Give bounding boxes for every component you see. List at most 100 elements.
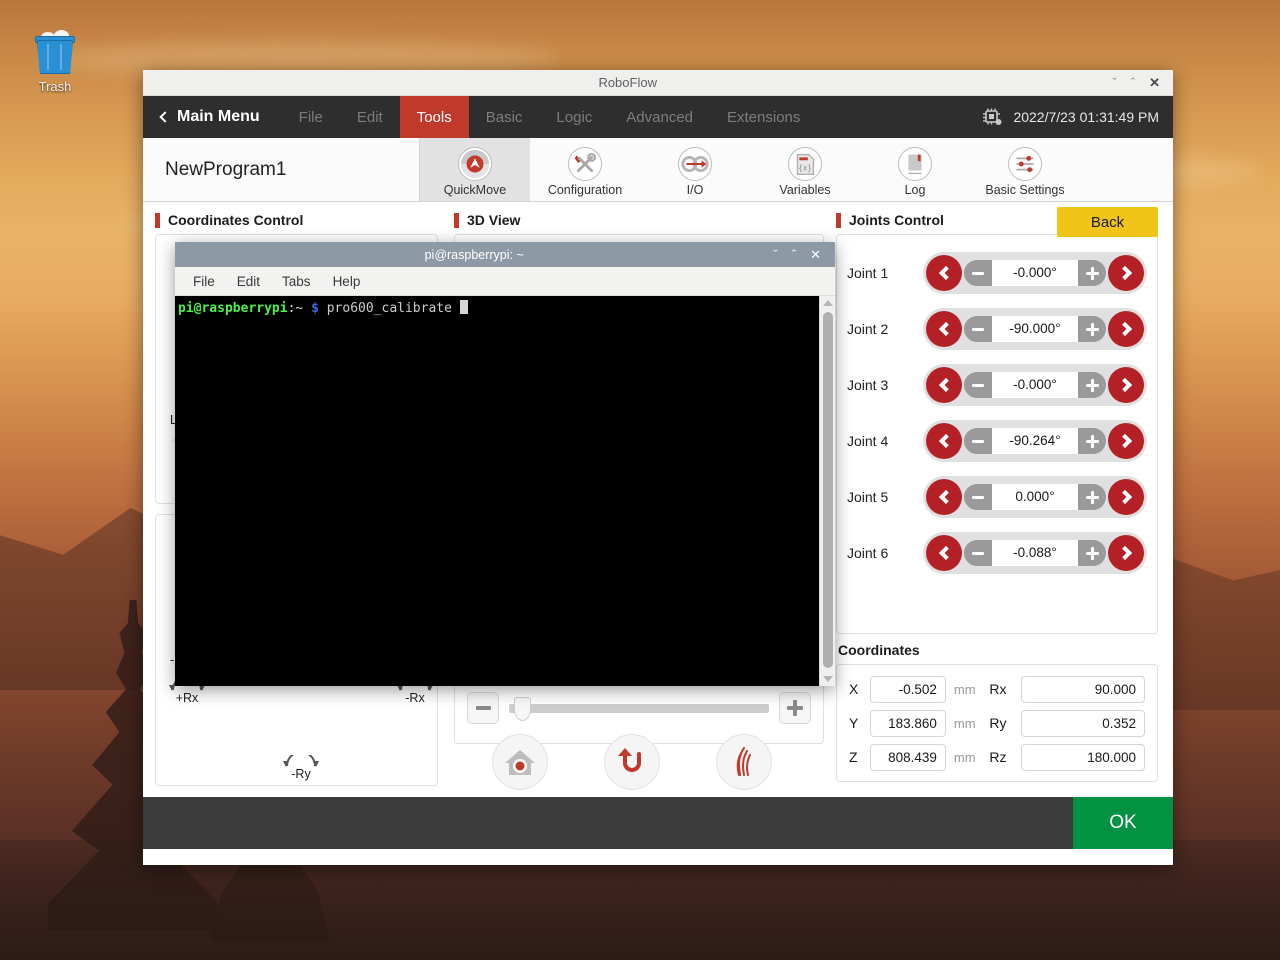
joint-jog-positive-button[interactable] bbox=[1108, 367, 1144, 403]
terminal-scrollbar[interactable] bbox=[819, 296, 835, 686]
joint-increment-button[interactable] bbox=[1078, 540, 1106, 566]
freemove-flame-icon bbox=[716, 734, 772, 790]
tool-configuration[interactable]: Configuration bbox=[530, 138, 640, 201]
minimize-icon[interactable]: ˇ bbox=[1112, 76, 1116, 89]
joint-jog-negative-button[interactable] bbox=[926, 479, 962, 515]
coordinate-key-rx: Rx bbox=[989, 681, 1013, 697]
cpu-chip-icon[interactable] bbox=[981, 107, 1003, 127]
coordinates-control-title: Coordinates Control bbox=[168, 212, 303, 228]
coordinate-key-rz: Rz bbox=[989, 749, 1013, 765]
joint-increment-button[interactable] bbox=[1078, 372, 1106, 398]
joint-increment-button[interactable] bbox=[1078, 260, 1106, 286]
menu-item-advanced[interactable]: Advanced bbox=[609, 96, 710, 138]
coordinate-row: Y 183.860 mm Ry 0.352 bbox=[849, 708, 1145, 738]
joint-value-input[interactable]: -0.088° bbox=[992, 540, 1078, 566]
main-menu-button[interactable]: Main Menu bbox=[143, 96, 282, 138]
coordinate-input-ry[interactable]: 0.352 bbox=[1021, 710, 1145, 737]
joint-label: Joint 5 bbox=[847, 489, 913, 505]
tool-quickmove[interactable]: QuickMove bbox=[420, 138, 530, 201]
close-icon[interactable]: ✕ bbox=[810, 247, 821, 263]
menu-item-file[interactable]: File bbox=[282, 96, 340, 138]
desktop-icon-trash[interactable]: Trash bbox=[20, 28, 90, 94]
joint-jog-positive-button[interactable] bbox=[1108, 535, 1144, 571]
terminal-output[interactable]: pi@raspberrypi:~ $ pro600_calibrate bbox=[175, 296, 819, 686]
joint-label: Joint 4 bbox=[847, 433, 913, 449]
joint-increment-button[interactable] bbox=[1078, 484, 1106, 510]
joint-decrement-button[interactable] bbox=[964, 372, 992, 398]
menu-item-edit[interactable]: Edit bbox=[340, 96, 400, 138]
roboflow-toolbar: NewProgram1 QuickMove bbox=[143, 138, 1173, 202]
terminal-menu-tabs[interactable]: Tabs bbox=[282, 274, 311, 289]
maximize-icon[interactable]: ˆ bbox=[792, 247, 796, 262]
joint-increment-button[interactable] bbox=[1078, 316, 1106, 342]
joint-jog-negative-button[interactable] bbox=[926, 535, 962, 571]
coordinate-unit-z: mm bbox=[954, 750, 982, 765]
joint-jog-positive-button[interactable] bbox=[1108, 423, 1144, 459]
ok-button[interactable]: OK bbox=[1073, 797, 1173, 849]
joint-value-input[interactable]: -90.264° bbox=[992, 428, 1078, 454]
coordinate-input-x[interactable]: -0.502 bbox=[870, 676, 946, 703]
joint-decrement-button[interactable] bbox=[964, 484, 992, 510]
joint-decrement-button[interactable] bbox=[964, 316, 992, 342]
coordinate-key-z: Z bbox=[849, 749, 862, 765]
terminal-menubar: File Edit Tabs Help bbox=[175, 267, 835, 296]
joint-value-input[interactable]: -0.000° bbox=[992, 260, 1078, 286]
joint-jog-negative-button[interactable] bbox=[926, 423, 962, 459]
joint-increment-button[interactable] bbox=[1078, 428, 1106, 454]
terminal-menu-edit[interactable]: Edit bbox=[237, 274, 260, 289]
joint-row: Joint 5 0.000° bbox=[847, 469, 1147, 525]
joint-decrement-button[interactable] bbox=[964, 540, 992, 566]
joint-stepper: -0.088° bbox=[923, 532, 1147, 574]
joint-jog-positive-button[interactable] bbox=[1108, 311, 1144, 347]
speed-slider-track[interactable] bbox=[509, 704, 769, 713]
speed-decrease-button[interactable] bbox=[467, 692, 499, 724]
plus-icon bbox=[1086, 547, 1099, 560]
joint-stepper: -0.000° bbox=[923, 364, 1147, 406]
terminal-content[interactable]: pi@raspberrypi:~ $ pro600_calibrate bbox=[175, 296, 835, 686]
scroll-up-button[interactable] bbox=[820, 296, 836, 310]
speed-slider-thumb[interactable] bbox=[514, 697, 531, 721]
terminal-menu-help[interactable]: Help bbox=[333, 274, 361, 289]
tool-log[interactable]: Log bbox=[860, 138, 970, 201]
menu-item-tools[interactable]: Tools bbox=[400, 96, 469, 138]
minimize-icon[interactable]: ˇ bbox=[773, 247, 777, 262]
scroll-down-button[interactable] bbox=[820, 672, 836, 686]
joint-jog-negative-button[interactable] bbox=[926, 367, 962, 403]
joint-jog-positive-button[interactable] bbox=[1108, 255, 1144, 291]
joint-jog-negative-button[interactable] bbox=[926, 311, 962, 347]
coordinate-input-rx[interactable]: 90.000 bbox=[1021, 676, 1145, 703]
roboflow-titlebar: RoboFlow ˇ ˆ ✕ bbox=[143, 70, 1173, 96]
joint-label: Joint 2 bbox=[847, 321, 913, 337]
tool-basic-settings[interactable]: Basic Settings bbox=[970, 138, 1080, 201]
joint-decrement-button[interactable] bbox=[964, 428, 992, 454]
coordinate-input-rz[interactable]: 180.000 bbox=[1021, 744, 1145, 771]
speed-increase-button[interactable] bbox=[779, 692, 811, 724]
back-button[interactable]: Back bbox=[1057, 207, 1158, 237]
tool-io[interactable]: I/O bbox=[640, 138, 750, 201]
menu-item-basic[interactable]: Basic bbox=[469, 96, 540, 138]
terminal-scrollbar-thumb[interactable] bbox=[823, 312, 833, 668]
wrench-screwdriver-icon bbox=[568, 147, 602, 181]
chevron-right-icon bbox=[1117, 434, 1131, 448]
joint-jog-positive-button[interactable] bbox=[1108, 479, 1144, 515]
joint-stepper: 0.000° bbox=[923, 476, 1147, 518]
close-icon[interactable]: ✕ bbox=[1149, 76, 1160, 89]
svg-text:{x}: {x} bbox=[798, 163, 812, 172]
coordinates-values-card: X -0.502 mm Rx 90.000 Y 183.860 mm Ry 0.… bbox=[836, 664, 1158, 782]
tool-variables[interactable]: {x} Variables bbox=[750, 138, 860, 201]
plus-icon bbox=[1086, 267, 1099, 280]
coordinate-input-z[interactable]: 808.439 bbox=[870, 744, 946, 771]
terminal-menu-file[interactable]: File bbox=[193, 274, 215, 289]
coordinate-key-y: Y bbox=[849, 715, 862, 731]
joint-jog-negative-button[interactable] bbox=[926, 255, 962, 291]
joint-decrement-button[interactable] bbox=[964, 260, 992, 286]
joint-value-input[interactable]: -90.000° bbox=[992, 316, 1078, 342]
coordinate-input-y[interactable]: 183.860 bbox=[870, 710, 946, 737]
menu-item-extensions[interactable]: Extensions bbox=[710, 96, 817, 138]
joint-value-input[interactable]: 0.000° bbox=[992, 484, 1078, 510]
joint-value-input[interactable]: -0.000° bbox=[992, 372, 1078, 398]
label-minus-ry: -Ry bbox=[278, 755, 324, 781]
menu-item-logic[interactable]: Logic bbox=[539, 96, 609, 138]
maximize-icon[interactable]: ˆ bbox=[1131, 76, 1135, 89]
quickmove-icon bbox=[458, 147, 492, 181]
